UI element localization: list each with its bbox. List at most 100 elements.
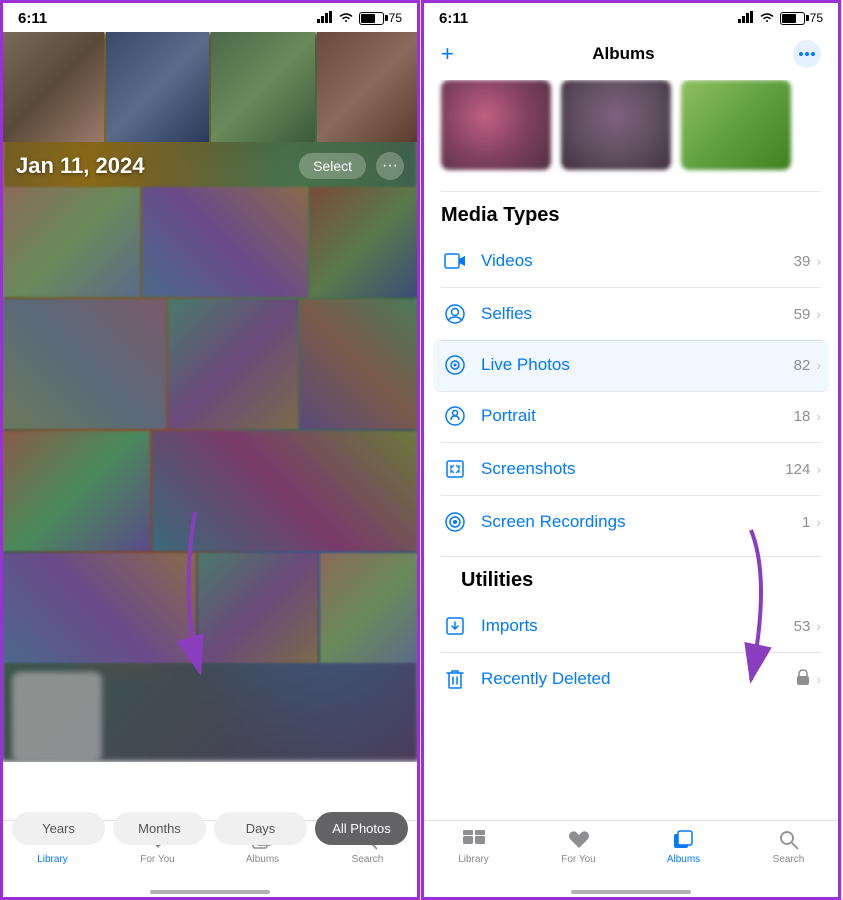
album-preview-3[interactable] xyxy=(681,80,791,175)
screen-recordings-icon xyxy=(441,508,469,536)
screenshots-icon xyxy=(441,455,469,483)
wifi-icon xyxy=(338,11,354,26)
albums-header: + Albums xyxy=(421,32,841,80)
right-nav-search[interactable]: Search xyxy=(736,829,841,865)
collage-cell-9[interactable] xyxy=(0,553,196,663)
top-thumbnails xyxy=(0,32,420,142)
right-nav-library[interactable]: Library xyxy=(421,829,526,865)
plus-button[interactable]: + xyxy=(441,41,454,67)
media-types-heading: Media Types xyxy=(421,204,841,235)
media-item-screen-rec-name: Screen Recordings xyxy=(481,512,802,532)
album-preview-img-2 xyxy=(561,80,671,170)
video-icon xyxy=(441,247,469,275)
chevron-portrait: › xyxy=(816,408,821,424)
media-item-selfies[interactable]: Selfies 59 › xyxy=(441,288,821,341)
collage-cell-4[interactable] xyxy=(0,299,166,429)
chevron-screen-rec: › xyxy=(816,514,821,530)
select-button[interactable]: Select xyxy=(299,153,366,179)
tab-days[interactable]: Days xyxy=(214,812,307,845)
media-item-recently-deleted[interactable]: Recently Deleted › xyxy=(441,653,821,705)
tab-months[interactable]: Months xyxy=(113,812,206,845)
right-phone: 6:11 75 + Albums xyxy=(421,0,842,900)
right-nav-albums-label: Albums xyxy=(667,854,700,865)
media-item-portrait-name: Portrait xyxy=(481,406,794,426)
collage-cell-10[interactable] xyxy=(198,553,318,663)
right-status-time: 6:11 xyxy=(439,10,468,27)
signal-icon xyxy=(317,11,333,26)
right-scroll-content[interactable]: + Albums Media Types xyxy=(421,32,841,820)
collage-cell-8[interactable] xyxy=(152,431,420,551)
right-status-bar: 6:11 75 xyxy=(421,0,841,32)
right-search-icon xyxy=(776,829,802,851)
left-status-icons: 75 xyxy=(317,11,402,26)
collage-cell-11[interactable] xyxy=(320,553,420,663)
collage-cell-3[interactable] xyxy=(310,187,420,297)
nav-albums-label: Albums xyxy=(246,854,279,865)
right-nav-search-label: Search xyxy=(773,854,805,865)
chevron-selfies: › xyxy=(816,306,821,322)
right-battery-icon xyxy=(780,12,805,25)
nav-library-label: Library xyxy=(37,854,68,865)
right-library-icon xyxy=(461,829,487,851)
media-item-portrait[interactable]: Portrait 18 › xyxy=(441,390,821,443)
chevron-deleted: › xyxy=(816,671,821,687)
nav-for-you-label: For You xyxy=(140,854,174,865)
selfie-icon xyxy=(441,300,469,328)
left-home-indicator xyxy=(150,890,270,894)
right-albums-icon xyxy=(671,829,697,851)
media-list: Videos 39 › Selfies 59 › xyxy=(421,235,841,548)
media-item-videos[interactable]: Videos 39 › xyxy=(441,235,821,288)
media-item-screen-recordings[interactable]: Screen Recordings 1 › xyxy=(441,496,821,548)
divider-2 xyxy=(441,556,821,557)
left-status-bar: 6:11 75 xyxy=(0,0,420,32)
more-button[interactable]: ··· xyxy=(376,152,404,180)
more-dots-button[interactable] xyxy=(793,40,821,68)
right-status-icons: 75 xyxy=(738,11,823,26)
collage-cell-1[interactable] xyxy=(0,187,140,297)
collage-cell-2[interactable] xyxy=(142,187,308,297)
date-header: Jan 11, 2024 Select ··· xyxy=(0,142,420,190)
right-nav-albums[interactable]: Albums xyxy=(631,829,736,865)
right-nav-for-you[interactable]: For You xyxy=(526,829,631,865)
chevron-live: › xyxy=(816,357,821,373)
media-item-videos-count: 39 xyxy=(794,253,811,270)
battery-icon xyxy=(359,12,384,25)
media-item-live-count: 82 xyxy=(794,357,811,374)
collage-cell-6[interactable] xyxy=(300,299,420,429)
date-title: Jan 11, 2024 xyxy=(16,153,144,179)
collage-cell-7[interactable] xyxy=(0,431,150,551)
right-bottom-nav: Library For You Albums Search xyxy=(421,820,841,900)
media-item-videos-name: Videos xyxy=(481,251,794,271)
media-item-selfies-name: Selfies xyxy=(481,304,794,324)
utilities-heading: Utilities xyxy=(441,569,821,600)
album-preview-1[interactable] xyxy=(441,80,551,175)
tab-all-photos[interactable]: All Photos xyxy=(315,812,408,845)
portrait-icon xyxy=(441,402,469,430)
album-preview-img-1 xyxy=(441,80,551,170)
trash-icon xyxy=(441,665,469,693)
media-item-screenshots[interactable]: Screenshots 124 › xyxy=(441,443,821,496)
right-signal-icon xyxy=(738,11,754,26)
thumb-4 xyxy=(317,32,421,142)
media-item-deleted-lock xyxy=(796,669,810,689)
photo-area: Jan 11, 2024 Select ··· xyxy=(0,32,420,762)
chevron-videos: › xyxy=(816,253,821,269)
media-item-imports[interactable]: Imports 53 › xyxy=(441,600,821,653)
right-home-indicator xyxy=(571,890,691,894)
thumb-3 xyxy=(211,32,315,142)
collage-cell-5[interactable] xyxy=(168,299,298,429)
album-preview-2[interactable] xyxy=(561,80,671,175)
media-item-selfies-count: 59 xyxy=(794,306,811,323)
media-item-live-photos[interactable]: Live Photos 82 › xyxy=(433,339,829,392)
tab-years[interactable]: Years xyxy=(12,812,105,845)
chevron-imports: › xyxy=(816,618,821,634)
thumb-2 xyxy=(106,32,210,142)
utilities-section: Utilities Imports 53 › Recently Deleted xyxy=(421,569,841,705)
media-item-screen-rec-count: 1 xyxy=(802,514,810,531)
album-previews xyxy=(421,80,841,191)
blurred-album xyxy=(12,672,102,762)
divider-1 xyxy=(441,191,821,192)
nav-search-label: Search xyxy=(352,854,384,865)
media-item-live-name: Live Photos xyxy=(481,355,794,375)
media-item-screenshots-count: 124 xyxy=(785,461,810,478)
